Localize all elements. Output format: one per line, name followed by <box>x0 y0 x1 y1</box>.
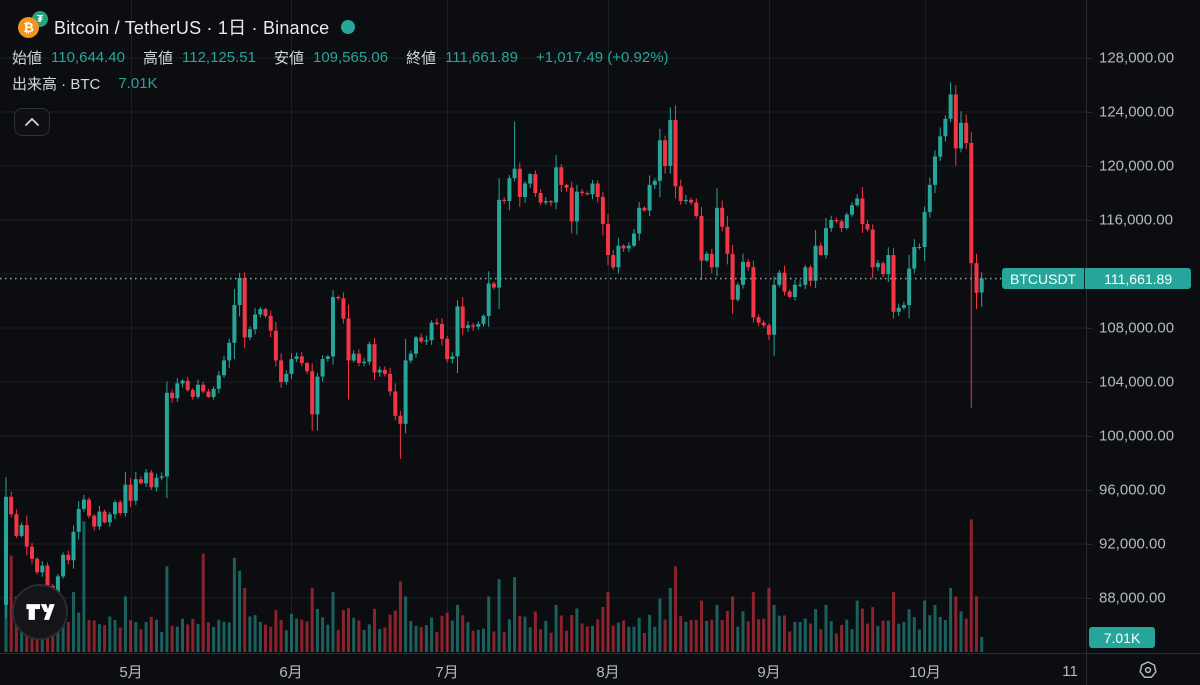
chart-legend: ₮ ₿ Bitcoin / TetherUS · 1日 · Binance 始値… <box>12 10 669 96</box>
month-tick-label: 11 <box>1062 660 1078 680</box>
price-tick-label: 104,000.00 <box>1099 374 1174 391</box>
open-label: 始値 <box>12 47 42 68</box>
close-value: 111,661.89 <box>445 49 518 66</box>
candlestick-layer <box>4 82 984 618</box>
open-value: 110,644.40 <box>51 49 125 66</box>
change-value: +1,017.49 (+0.92%) <box>536 49 669 66</box>
month-tick-label: 7月 <box>435 658 458 682</box>
pair-logo: ₮ ₿ <box>12 9 50 45</box>
price-tick-label: 124,000.00 <box>1099 104 1174 121</box>
ohlc-row: 始値 110,644.40 高値 112,125.51 安値 109,565.06 終… <box>12 44 669 70</box>
price-tick-mark <box>1087 598 1092 599</box>
low-value: 109,565.06 <box>313 49 388 66</box>
price-tick-mark <box>1087 544 1092 545</box>
price-tick-mark <box>1087 490 1092 491</box>
month-tick-label: 5月 <box>119 658 142 682</box>
tradingview-logo[interactable] <box>12 584 68 640</box>
month-tick-label: 6月 <box>279 658 302 682</box>
market-status-dot[interactable] <box>341 20 355 34</box>
volume-axis-badge: 7.01K <box>1089 627 1155 648</box>
price-tick-label: 120,000.00 <box>1099 158 1174 175</box>
price-tick-label: 96,000.00 <box>1099 482 1166 499</box>
chevron-up-icon <box>25 118 39 126</box>
price-tick-mark <box>1087 220 1092 221</box>
price-tick-mark <box>1087 58 1092 59</box>
trading-chart-app: ₮ ₿ Bitcoin / TetherUS · 1日 · Binance 始値… <box>0 0 1200 685</box>
month-tick-label: 9月 <box>757 658 780 682</box>
price-tick-mark <box>1087 436 1092 437</box>
grid-layer <box>0 0 1086 653</box>
price-tick-mark <box>1087 328 1092 329</box>
price-tick-label: 128,000.00 <box>1099 50 1174 67</box>
price-label-symbol: BTCUSDT <box>1002 268 1084 289</box>
tradingview-logo-icon <box>23 599 57 625</box>
symbol-title-row[interactable]: ₮ ₿ Bitcoin / TetherUS · 1日 · Binance <box>12 10 669 44</box>
price-tick-mark <box>1087 112 1092 113</box>
candlestick-chart-canvas[interactable] <box>0 0 1086 653</box>
close-label: 終値 <box>406 47 436 68</box>
current-price-label: BTCUSDT 111,661.89 <box>1002 268 1191 289</box>
symbol-title[interactable]: Bitcoin / TetherUS · 1日 · Binance <box>54 14 329 40</box>
volume-row: 出来高 · BTC 7.01K <box>12 70 669 96</box>
price-tick-label: 108,000.00 <box>1099 320 1174 337</box>
high-label: 高値 <box>143 47 173 68</box>
high-value: 112,125.51 <box>182 49 256 66</box>
month-tick-label: 8月 <box>596 658 619 682</box>
price-tick-mark <box>1087 166 1092 167</box>
price-tick-label: 92,000.00 <box>1099 536 1166 553</box>
chart-pane[interactable] <box>0 0 1086 653</box>
price-axis[interactable]: 7.01K 128,000.00 124,000.00 120,000.00 116,… <box>1086 0 1200 653</box>
price-tick-label: 88,000.00 <box>1099 590 1166 607</box>
collapse-panel-button[interactable] <box>14 108 50 136</box>
price-label-value: 111,661.89 <box>1085 268 1191 289</box>
low-label: 安値 <box>274 47 304 68</box>
bitcoin-logo-icon: ₿ <box>18 17 39 38</box>
axis-corner <box>1086 653 1200 685</box>
price-tick-label: 116,000.00 <box>1099 212 1173 229</box>
volume-layer <box>5 519 984 652</box>
month-tick-label: 10月 <box>909 658 941 682</box>
volume-value: 7.01K <box>118 75 157 92</box>
price-tick-mark <box>1087 382 1092 383</box>
settings-icon[interactable] <box>1137 659 1159 681</box>
volume-label: 出来高 · BTC <box>12 73 100 94</box>
price-tick-label: 100,000.00 <box>1099 428 1174 445</box>
time-axis[interactable]: 5月 6月 7月 8月 9月 10月 11 <box>0 653 1086 685</box>
